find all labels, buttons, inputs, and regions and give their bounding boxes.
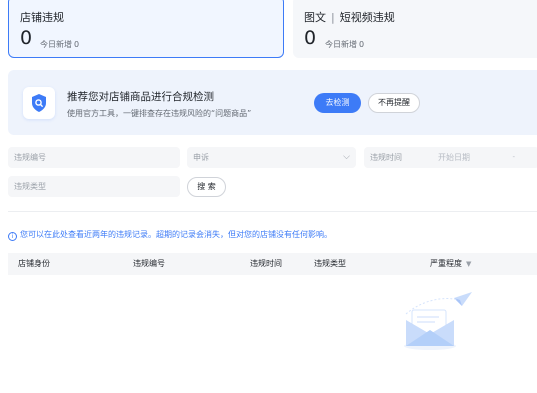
banner-description: 使用官方工具，一键排查存在违规风险的“问题商品” — [67, 109, 252, 118]
chevron-down-icon: ⌵ — [343, 152, 350, 162]
column-header-store-identity: 店铺身份 — [18, 259, 50, 268]
violation-table-header: 店铺身份 违规编号 违规时间 违规类型 严重程度 ▼ — [8, 253, 537, 275]
shield-search-icon — [23, 87, 55, 119]
stat-card-value: 0 — [304, 27, 317, 49]
dismiss-reminder-button[interactable]: 不再提醒 — [368, 93, 420, 113]
stat-card-title: 图文 | 短视频违规 — [304, 11, 395, 24]
info-icon: i — [8, 232, 17, 241]
violation-number-input[interactable]: 违规编号 — [8, 147, 180, 168]
empty-state-illustration — [392, 290, 476, 356]
compliance-check-banner: 推荐您对店铺商品进行合规检测 使用官方工具，一键排查存在违规风险的“问题商品” … — [8, 70, 537, 135]
violation-type-select[interactable]: 违规类型 — [8, 176, 180, 197]
banner-title: 推荐您对店铺商品进行合规检测 — [67, 91, 214, 103]
retention-notice-text: 您可以在此处查看近两年的违规记录。超期的记录会消失，但对您的店铺没有任何影响。 — [20, 230, 332, 239]
column-header-severity[interactable]: 严重程度 ▼ — [430, 253, 471, 275]
filter-icon[interactable]: ▼ — [466, 260, 471, 268]
appeal-select[interactable]: 申诉 ⌵ — [187, 147, 356, 168]
start-date-input[interactable]: 开始日期 — [438, 147, 470, 168]
column-header-violation-time: 违规时间 — [250, 259, 282, 268]
column-header-violation-type: 违规类型 — [314, 259, 346, 268]
stat-card-subtext: 今日新增 0 — [40, 40, 80, 49]
start-check-button[interactable]: 去检测 — [314, 93, 361, 113]
search-button[interactable]: 搜 索 — [187, 177, 226, 197]
column-header-violation-number: 违规编号 — [133, 259, 165, 268]
retention-notice: i 您可以在此处查看近两年的违规记录。超期的记录会消失，但对您的店铺没有任何影响。 — [8, 229, 332, 241]
stat-card-store-violation[interactable]: 店铺违规 0 今日新增 0 — [8, 0, 284, 58]
appeal-select-value: 申诉 — [193, 153, 209, 162]
stat-card-title: 店铺违规 — [20, 11, 64, 24]
divider — [8, 211, 537, 212]
violation-time-range-picker[interactable]: 违规时间 开始日期 - — [364, 147, 537, 168]
stat-card-value: 0 — [20, 27, 33, 49]
stat-card-subtext: 今日新增 0 — [325, 40, 365, 49]
violation-time-label: 违规时间 — [370, 153, 402, 162]
date-range-separator: - — [512, 153, 515, 161]
stat-card-content-violation[interactable]: 图文 | 短视频违规 0 今日新增 0 — [293, 0, 537, 58]
